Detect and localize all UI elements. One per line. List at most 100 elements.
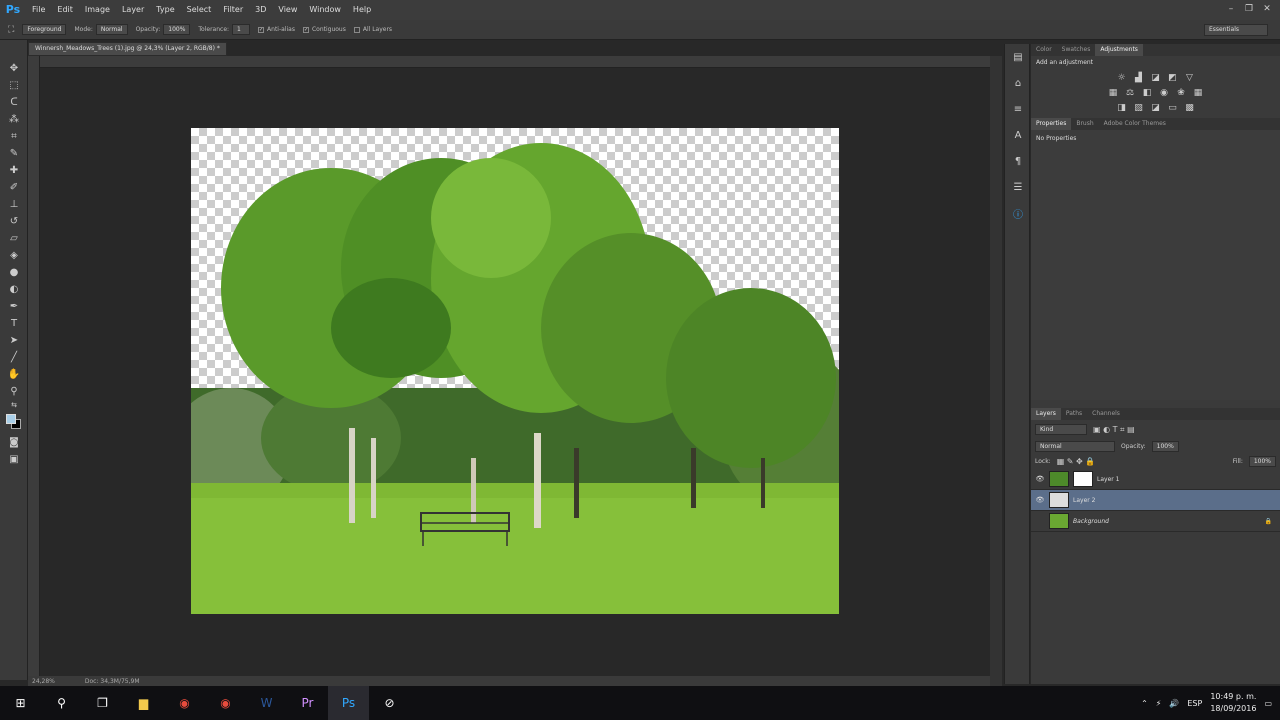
restore-icon[interactable]: ❐	[1242, 3, 1256, 15]
brush-tool-icon[interactable]: ✐	[0, 179, 28, 196]
chevron-up-icon[interactable]: ⌃	[1141, 699, 1148, 708]
blur-tool-icon[interactable]: ●	[0, 264, 28, 281]
task-view-icon[interactable]: ❐	[82, 686, 123, 720]
tab-color[interactable]: Color	[1031, 44, 1057, 56]
layer-opacity-field[interactable]: 100%	[1151, 441, 1179, 452]
paint-bucket-icon[interactable]: ⛶	[8, 25, 14, 35]
notes-panel-icon[interactable]: ☰	[1005, 174, 1031, 200]
close-icon[interactable]: ✕	[1260, 3, 1274, 15]
minimize-icon[interactable]: –	[1224, 3, 1238, 15]
volume-icon[interactable]: 🔊	[1169, 699, 1179, 708]
fill-source-select[interactable]: Foreground	[22, 24, 67, 35]
menu-help[interactable]: Help	[347, 0, 377, 20]
history-panel-icon[interactable]: ▤	[1005, 44, 1031, 70]
selective-color-icon[interactable]: ▩	[1184, 102, 1196, 114]
photo-filter-icon[interactable]: ◉	[1158, 87, 1170, 99]
info-panel-icon[interactable]: ⓘ	[1005, 200, 1031, 226]
photoshop-icon[interactable]: Ps	[328, 686, 369, 720]
character-panel-icon[interactable]: A	[1005, 122, 1031, 148]
file-explorer-icon[interactable]: ▆	[123, 686, 164, 720]
threshold-icon[interactable]: ◪	[1150, 102, 1162, 114]
menu-file[interactable]: File	[26, 0, 51, 20]
tab-paths[interactable]: Paths	[1061, 408, 1087, 420]
chrome-icon[interactable]: ◉	[164, 686, 205, 720]
crop-tool-icon[interactable]: ⌗	[0, 128, 28, 145]
windows-start-icon[interactable]: ⊞	[0, 686, 41, 720]
stamp-tool-icon[interactable]: ⊥	[0, 196, 28, 213]
eyedropper-icon[interactable]: ✎	[0, 145, 28, 162]
swap-colors-icon[interactable]: ⇆	[0, 400, 28, 410]
menu-layer[interactable]: Layer	[116, 0, 150, 20]
workspace-select[interactable]: Essentials	[1204, 24, 1268, 36]
move-tool-icon[interactable]: ✥	[0, 60, 28, 77]
network-icon[interactable]: ⚡	[1156, 699, 1162, 708]
layer-row-1[interactable]: 👁 Layer 1	[1031, 469, 1280, 490]
menu-select[interactable]: Select	[181, 0, 218, 20]
type-tool-icon[interactable]: T	[0, 315, 28, 332]
marquee-tool-icon[interactable]: ⬚	[0, 77, 28, 94]
paint-bucket-icon[interactable]: ◈	[0, 247, 28, 264]
menu-3d[interactable]: 3D	[249, 0, 272, 20]
layer-row-background[interactable]: Background 🔒	[1031, 511, 1280, 532]
antialias-checkbox[interactable]: ✓	[258, 26, 265, 33]
hue-saturation-icon[interactable]: ▦	[1107, 87, 1119, 99]
layer-row-2[interactable]: 👁 Layer 2	[1031, 490, 1280, 511]
history-brush-icon[interactable]: ↺	[0, 213, 28, 230]
lasso-tool-icon[interactable]: ᑕ	[0, 94, 28, 111]
tab-channels[interactable]: Channels	[1087, 408, 1125, 420]
quick-mask-icon[interactable]: ◙	[0, 434, 28, 451]
brightness-icon[interactable]: ☼	[1116, 72, 1128, 84]
eraser-tool-icon[interactable]: ▱	[0, 230, 28, 247]
layer-fill-field[interactable]: 100%	[1248, 456, 1276, 467]
visibility-eye-icon[interactable]: 👁	[1031, 496, 1049, 504]
layer-name[interactable]: Background	[1073, 518, 1109, 525]
word-icon[interactable]: W	[246, 686, 287, 720]
dodge-tool-icon[interactable]: ◐	[0, 281, 28, 298]
tab-swatches[interactable]: Swatches	[1057, 44, 1096, 56]
filter-icons[interactable]: ▣ ◐ T ⌗ ▤	[1093, 425, 1135, 435]
channel-mixer-icon[interactable]: ❀	[1175, 87, 1187, 99]
menu-image[interactable]: Image	[79, 0, 116, 20]
color-lookup-icon[interactable]: ▦	[1192, 87, 1204, 99]
invert-icon[interactable]: ◨	[1116, 102, 1128, 114]
tab-layers[interactable]: Layers	[1031, 408, 1061, 420]
menu-filter[interactable]: Filter	[217, 0, 249, 20]
tab-properties[interactable]: Properties	[1031, 118, 1072, 130]
search-icon[interactable]: ⚲	[41, 686, 82, 720]
menu-edit[interactable]: Edit	[51, 0, 79, 20]
pen-tool-icon[interactable]: ✒	[0, 298, 28, 315]
premiere-icon[interactable]: Pr	[287, 686, 328, 720]
blend-mode-select[interactable]: Normal	[1035, 441, 1115, 452]
tab-adjustments[interactable]: Adjustments	[1095, 44, 1143, 56]
document-tab[interactable]: Winnersh_Meadows_Trees (1).jpg @ 24,3% (…	[28, 42, 227, 56]
path-select-icon[interactable]: ➤	[0, 332, 28, 349]
mode-select[interactable]: Normal	[95, 24, 128, 35]
layer-name[interactable]: Layer 2	[1073, 497, 1095, 504]
tab-color-themes[interactable]: Adobe Color Themes	[1099, 118, 1171, 130]
adjustments-icon[interactable]: ≡	[1005, 96, 1031, 122]
visibility-eye-icon[interactable]: 👁	[1031, 475, 1049, 483]
chrome-icon[interactable]: ◉	[205, 686, 246, 720]
app-icon[interactable]: ⊘	[369, 686, 410, 720]
healing-brush-icon[interactable]: ✚	[0, 162, 28, 179]
exposure-icon[interactable]: ◩	[1167, 72, 1179, 84]
layer-mask-thumbnail[interactable]	[1073, 471, 1093, 487]
paragraph-panel-icon[interactable]: ¶	[1005, 148, 1031, 174]
tab-brush[interactable]: Brush	[1071, 118, 1098, 130]
layer-name[interactable]: Layer 1	[1097, 476, 1119, 483]
tolerance-field[interactable]: 1	[232, 24, 251, 35]
color-balance-icon[interactable]: ⚖	[1124, 87, 1136, 99]
document-canvas[interactable]	[191, 128, 839, 614]
magic-wand-icon[interactable]: ⁂	[0, 111, 28, 128]
menu-type[interactable]: Type	[150, 0, 180, 20]
layer-filter-select[interactable]: Kind	[1035, 424, 1087, 435]
shape-tool-icon[interactable]: ╱	[0, 349, 28, 366]
gradient-map-icon[interactable]: ▭	[1167, 102, 1179, 114]
all-layers-checkbox[interactable]	[353, 26, 360, 33]
clock[interactable]: 10:49 p. m. 18/09/2016	[1210, 691, 1256, 715]
black-white-icon[interactable]: ◧	[1141, 87, 1153, 99]
vibrance-icon[interactable]: ▽	[1184, 72, 1196, 84]
hand-tool-icon[interactable]: ✋	[0, 366, 28, 383]
actions-panel-icon[interactable]: ⌂	[1005, 70, 1031, 96]
color-swatches-icon[interactable]	[0, 410, 28, 434]
